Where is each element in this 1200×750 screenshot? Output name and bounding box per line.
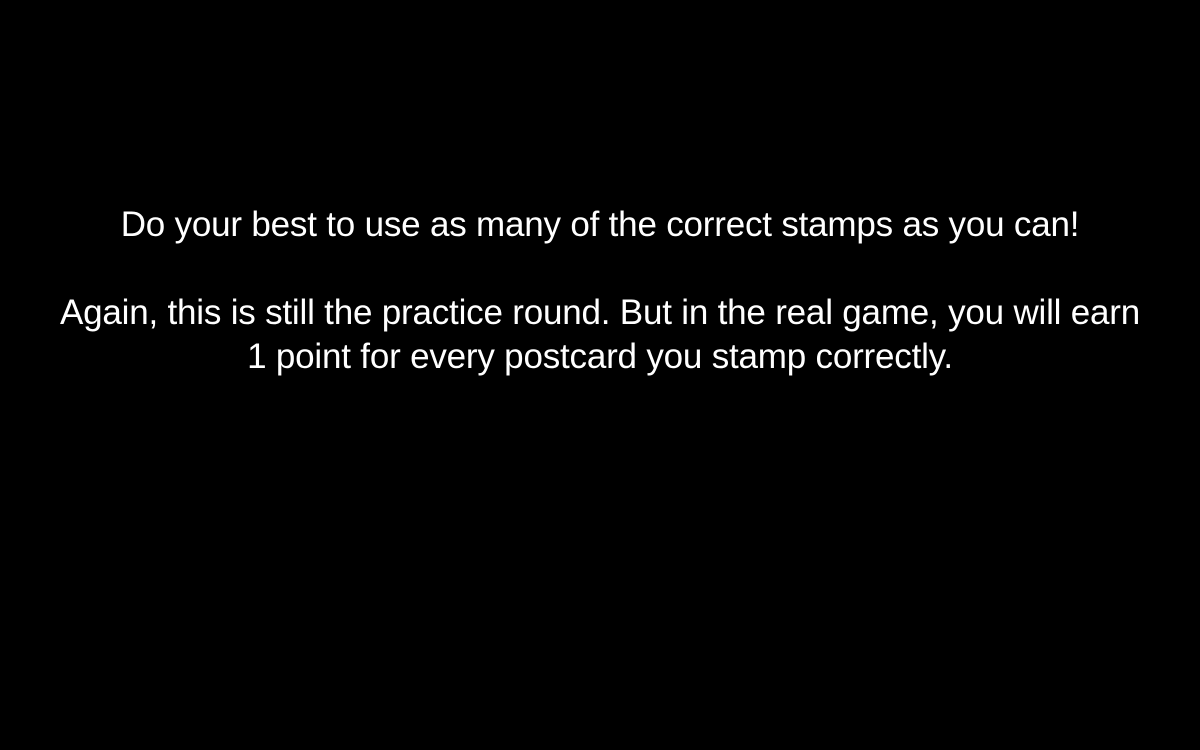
instruction-line-encouragement: Do your best to use as many of the corre…: [120, 205, 1080, 244]
instruction-line-scoring-rule: 1 point for every postcard you stamp cor…: [247, 337, 953, 376]
instruction-line-practice-note: Again, this is still the practice round.…: [59, 293, 1141, 332]
instruction-screen: Do your best to use as many of the corre…: [0, 0, 1200, 750]
instruction-text-block: Do your best to use as many of the corre…: [0, 203, 1200, 379]
